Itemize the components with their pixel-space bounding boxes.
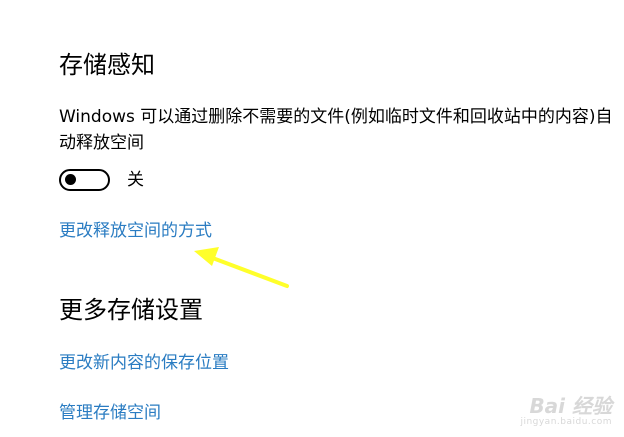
storage-sense-title: 存储感知 xyxy=(59,51,155,79)
annotation-arrow-shaft xyxy=(208,255,289,288)
storage-sense-description: Windows 可以通过删除不需要的文件(例如临时文件和回收站中的内容)自动释放… xyxy=(59,107,613,153)
watermark-url: jingyan.baidu.com xyxy=(520,417,612,427)
baidu-watermark: Bai 经验 jingyan.baidu.com xyxy=(520,395,612,427)
manage-storage-spaces-link[interactable]: 管理存储空间 xyxy=(59,401,161,425)
toggle-state-label: 关 xyxy=(127,170,144,190)
toggle-knob xyxy=(65,174,76,185)
annotation-arrow-head xyxy=(194,247,219,266)
change-save-location-link[interactable]: 更改新内容的保存位置 xyxy=(59,351,229,375)
storage-sense-toggle[interactable] xyxy=(59,169,110,191)
change-free-up-space-link[interactable]: 更改释放空间的方式 xyxy=(59,219,212,243)
more-storage-settings-title: 更多存储设置 xyxy=(59,296,203,324)
storage-sense-toggle-row: 关 xyxy=(59,166,144,194)
watermark-brand: Bai 经验 xyxy=(529,394,612,418)
